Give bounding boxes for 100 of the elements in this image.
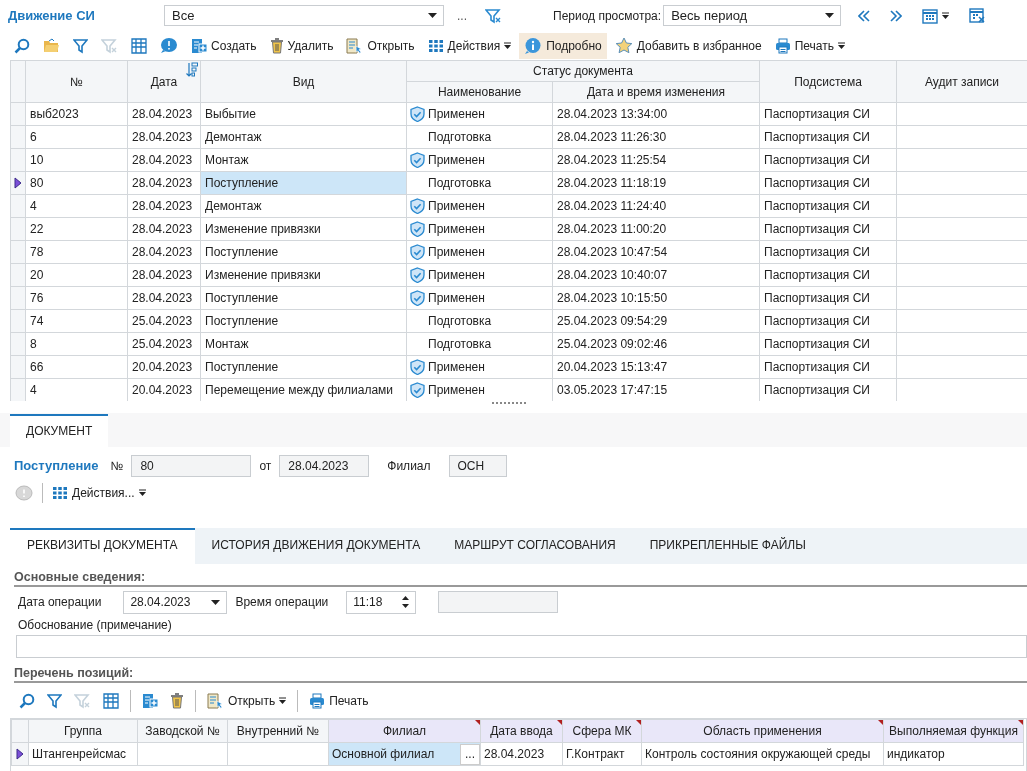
input-field[interactable] [438, 591, 559, 613]
table-cell: выб2023 [25, 102, 128, 126]
column-header[interactable]: Внутренний № [227, 719, 329, 743]
column-header[interactable]: Вид [200, 60, 407, 103]
date-field[interactable]: 28.04.2023 [279, 454, 370, 477]
tab[interactable]: РЕКВИЗИТЫ ДОКУМЕНТА [10, 528, 195, 564]
table-cell: 28.04.2023 11:00:20 [552, 217, 760, 241]
column-header[interactable]: Дата ввода [480, 719, 563, 743]
branch-field[interactable]: ОСН [448, 454, 507, 477]
column-header[interactable]: Подсистема [759, 60, 897, 103]
filter-icon [73, 37, 88, 54]
column-header[interactable]: Аудит записи [896, 60, 1027, 103]
grid-settings-icon [103, 693, 119, 709]
number-field[interactable]: 80 [131, 454, 252, 477]
delete-button[interactable]: Удалить [264, 32, 339, 59]
spinner-icon [402, 596, 410, 608]
table-cell: Монтаж [200, 148, 407, 172]
table-cell: Паспортизация СИ [759, 148, 897, 172]
column-group-header: Статус документа [406, 60, 760, 82]
status-text: Применен [428, 383, 485, 397]
operation-date-field[interactable]: 28.04.2023 [123, 590, 228, 614]
status-text: Применен [428, 291, 485, 305]
actions-button[interactable]: Действия... [51, 484, 147, 502]
calendar-clear-icon [969, 7, 987, 24]
folder-icon [43, 37, 60, 54]
caret-icon [942, 11, 950, 20]
add-favorite-button[interactable]: Добавить в избранное [609, 32, 767, 59]
table-cell: 74 [25, 309, 128, 333]
table-cell: Основной филиал [332, 747, 435, 761]
table-cell: 20.04.2023 15:13:47 [552, 355, 760, 379]
column-header[interactable]: Дата [127, 60, 201, 103]
status-text: Применен [428, 268, 485, 282]
table-cell: Паспортизация СИ [759, 217, 897, 241]
filter-clear-icon [485, 7, 502, 24]
more-button[interactable]: ... [452, 5, 472, 26]
table-cell: 4 [25, 194, 128, 218]
reason-label: Обоснование (примечание) [18, 618, 173, 632]
table-cell: 28.04.2023 11:24:40 [552, 194, 760, 218]
caret-icon [504, 41, 512, 50]
star-icon [614, 37, 633, 54]
column-header[interactable]: № [25, 60, 128, 103]
table-cell: 28.04.2023 [127, 194, 201, 218]
row-pointer-icon [14, 177, 22, 189]
caret-icon [279, 697, 287, 705]
dots-grid-icon [52, 485, 68, 501]
print-button[interactable]: Печать [769, 32, 850, 59]
column-header[interactable]: Дата и время изменения [552, 81, 760, 103]
table-cell: 28.04.2023 [127, 125, 201, 149]
status-text: Применен [428, 245, 485, 259]
open-button[interactable]: Открыть [341, 32, 420, 59]
filter-dropdown[interactable]: Все [164, 5, 444, 26]
column-header[interactable]: Сфера МК [562, 719, 642, 743]
table-cell: Паспортизация СИ [759, 240, 897, 264]
column-header[interactable]: Заводской № [137, 719, 228, 743]
table-cell: Паспортизация СИ [759, 125, 897, 149]
tab[interactable]: ДОКУМЕНТ [10, 414, 109, 447]
column-header[interactable]: Выполняемая функция [883, 719, 1024, 743]
page-title: Движение СИ [8, 8, 96, 23]
column-header[interactable]: Область применения [641, 719, 884, 743]
table-cell: Штангенрейсмас [28, 742, 138, 766]
table-cell: 28.04.2023 11:26:30 [552, 125, 760, 149]
tab[interactable]: ИСТОРИЯ ДВИЖЕНИЯ ДОКУМЕНТА [194, 528, 438, 564]
period-dropdown[interactable]: Весь период [663, 5, 842, 26]
details-button[interactable]: Подробно [519, 32, 607, 59]
splitter-handle[interactable] [491, 402, 526, 405]
table-cell: 80 [25, 171, 128, 195]
table-cell: 25.04.2023 [127, 309, 201, 333]
status-text: Применен [428, 360, 485, 374]
search-icon [19, 693, 35, 709]
table-cell: Изменение привязки [200, 263, 407, 287]
printer-icon [774, 37, 791, 54]
status-text: Применен [428, 107, 485, 121]
column-header[interactable]: Группа [28, 719, 138, 743]
print-button[interactable]: Печать [304, 690, 374, 712]
actions-button[interactable]: Действия [422, 32, 517, 59]
create-button[interactable]: Создать [186, 32, 262, 59]
table-cell: 28.04.2023 [480, 742, 563, 766]
status-text: Подготовка [428, 314, 492, 328]
open-button[interactable]: Открыть [202, 690, 292, 712]
status-text: Применен [428, 222, 485, 236]
trash-icon [269, 37, 284, 54]
tab[interactable]: МАРШРУТ СОГЛАСОВАНИЯ [437, 528, 633, 564]
table-cell: 8 [25, 332, 128, 356]
branch-label: Филиал [387, 458, 431, 473]
document-type: Поступление [14, 458, 99, 473]
tab[interactable]: ПРИКРЕПЛЕННЫЕ ФАЙЛЫ [632, 528, 823, 564]
operation-time-field[interactable]: 11:18 [346, 590, 417, 614]
column-header[interactable]: Филиал [328, 719, 481, 743]
period-label: Период просмотра: [553, 8, 662, 23]
reason-field[interactable] [16, 635, 1027, 658]
table-cell: Паспортизация СИ [759, 194, 897, 218]
sort-descending-icon [186, 62, 198, 78]
table-cell: Поступление [200, 286, 407, 310]
trash-icon [170, 693, 184, 709]
table-cell: 78 [25, 240, 128, 264]
table-cell: 22 [25, 217, 128, 241]
double-chevron-right-icon [890, 9, 903, 22]
table-cell: 28.04.2023 [127, 240, 201, 264]
table-cell: 6 [25, 125, 128, 149]
browse-button[interactable]: ... [460, 743, 480, 765]
